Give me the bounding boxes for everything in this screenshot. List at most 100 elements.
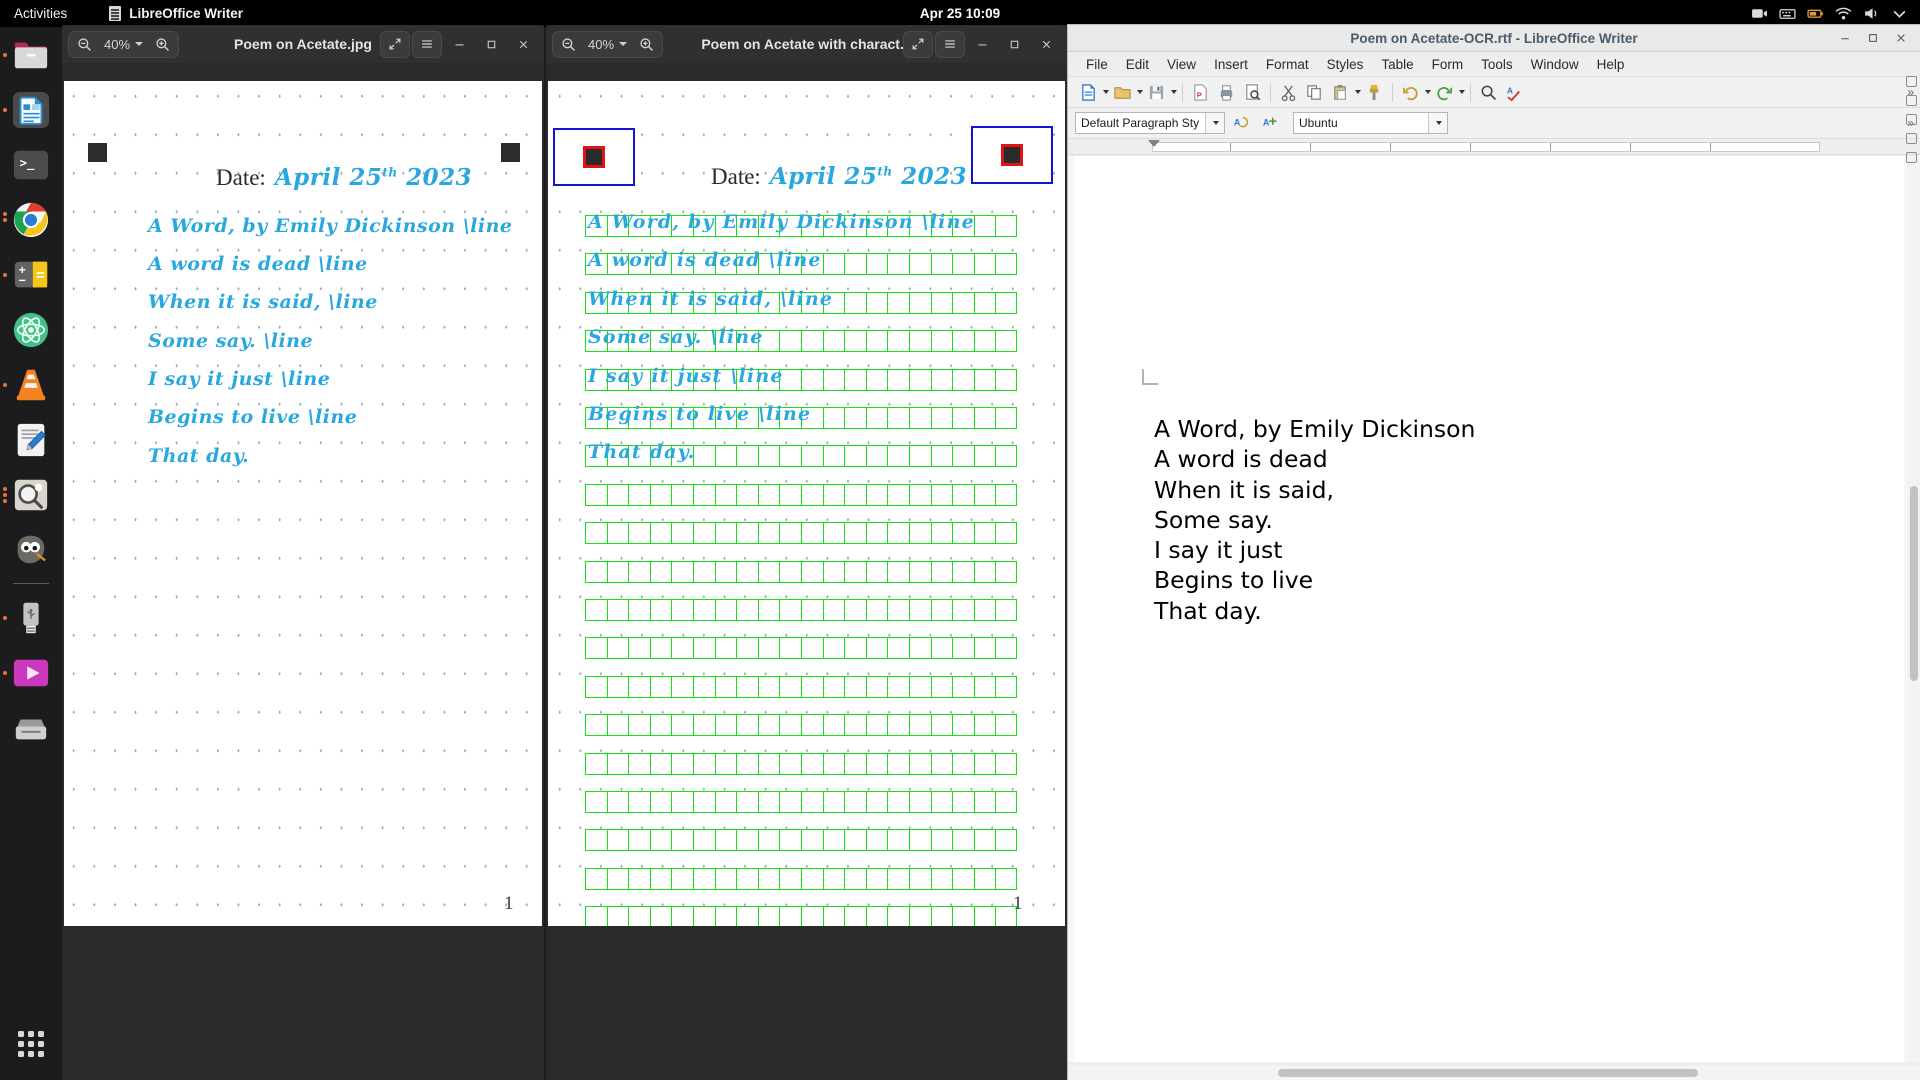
- font-name-combo[interactable]: Ubuntu: [1293, 112, 1448, 134]
- spelling-icon[interactable]: A: [1502, 80, 1527, 105]
- find-replace-icon[interactable]: [1476, 80, 1501, 105]
- maximize-button[interactable]: [999, 29, 1029, 59]
- viewer-right-zoom-level[interactable]: 40%: [584, 37, 631, 52]
- chevron-down-icon[interactable]: [1428, 113, 1447, 133]
- undo-dropdown-icon[interactable]: [1425, 90, 1431, 94]
- update-style-icon[interactable]: A: [1229, 111, 1254, 136]
- hamburger-menu-icon[interactable]: [412, 31, 442, 58]
- export-pdf-icon[interactable]: P: [1188, 80, 1213, 105]
- cut-icon[interactable]: [1276, 80, 1301, 105]
- vertical-scrollbar-thumb[interactable]: [1910, 486, 1918, 681]
- horizontal-scrollbar-thumb[interactable]: [1278, 1069, 1698, 1077]
- copy-icon[interactable]: [1302, 80, 1327, 105]
- fullscreen-icon[interactable]: [903, 31, 933, 58]
- sidebar-styles-icon[interactable]: [1906, 114, 1917, 125]
- sidebar-gallery-icon[interactable]: [1906, 133, 1917, 144]
- menu-window[interactable]: Window: [1522, 55, 1588, 74]
- viewer-left-canvas[interactable]: Date: April 25th 2023 A Word, by Emily D…: [62, 63, 544, 1080]
- save-icon[interactable]: [1144, 80, 1169, 105]
- dock-item-atom[interactable]: [0, 302, 62, 357]
- close-button[interactable]: [1031, 29, 1061, 59]
- menu-tools[interactable]: Tools: [1472, 55, 1522, 74]
- dock-item-image-viewer[interactable]: [0, 467, 62, 522]
- character-box: [650, 868, 672, 890]
- character-box: [715, 753, 737, 775]
- menu-file[interactable]: File: [1077, 55, 1117, 74]
- dock-item-usb-drive[interactable]: [0, 590, 62, 645]
- undo-icon[interactable]: [1398, 80, 1423, 105]
- character-box: [823, 637, 845, 659]
- new-document-icon[interactable]: [1076, 80, 1101, 105]
- dock-item-text-editor[interactable]: [0, 412, 62, 467]
- minimize-button[interactable]: [444, 29, 474, 59]
- menu-table[interactable]: Table: [1372, 55, 1422, 74]
- menu-help[interactable]: Help: [1588, 55, 1634, 74]
- minimize-button[interactable]: [1832, 28, 1858, 49]
- sidebar-properties-icon[interactable]: [1906, 95, 1917, 106]
- dock-item-calculator[interactable]: + −: [0, 247, 62, 302]
- save-dropdown-icon[interactable]: [1171, 90, 1177, 94]
- new-style-icon[interactable]: A: [1258, 111, 1283, 136]
- zoom-out-icon[interactable]: [553, 31, 584, 58]
- character-box: [995, 484, 1017, 506]
- close-button[interactable]: [508, 29, 538, 59]
- zoom-out-icon[interactable]: [69, 31, 100, 58]
- activities-button[interactable]: Activities: [14, 6, 67, 21]
- dock-item-media-player[interactable]: [0, 645, 62, 700]
- open-icon[interactable]: [1110, 80, 1135, 105]
- menu-view[interactable]: View: [1158, 55, 1205, 74]
- indent-marker[interactable]: [1148, 140, 1160, 147]
- sidebar-tab-strip[interactable]: [1902, 70, 1920, 163]
- redo-icon[interactable]: [1432, 80, 1457, 105]
- zoom-in-icon[interactable]: [631, 31, 662, 58]
- viewer-left-zoom-group[interactable]: 40%: [68, 31, 179, 58]
- paste-dropdown-icon[interactable]: [1355, 90, 1361, 94]
- print-preview-icon[interactable]: [1240, 80, 1265, 105]
- dock-item-google-chrome[interactable]: [0, 192, 62, 247]
- document-page[interactable]: A Word, by Emily Dickinson A word is dea…: [1074, 156, 1904, 1062]
- app-indicator[interactable]: LibreOffice Writer: [109, 6, 243, 21]
- system-tray[interactable]: [1751, 5, 1908, 22]
- dock-item-scanner[interactable]: [0, 700, 62, 755]
- sidebar-settings-icon[interactable]: [1906, 76, 1917, 87]
- menu-styles[interactable]: Styles: [1318, 55, 1373, 74]
- chevron-down-icon[interactable]: [1205, 113, 1224, 133]
- clone-formatting-icon[interactable]: [1362, 80, 1387, 105]
- clock[interactable]: Apr 25 10:09: [0, 6, 1920, 21]
- viewer-right-zoom-group[interactable]: 40%: [552, 31, 663, 58]
- viewer-left-zoom-level[interactable]: 40%: [100, 37, 147, 52]
- dock-item-vlc[interactable]: [0, 357, 62, 412]
- close-button[interactable]: [1888, 28, 1914, 49]
- menu-form[interactable]: Form: [1423, 55, 1473, 74]
- sidebar-navigator-icon[interactable]: [1906, 152, 1917, 163]
- zoom-in-icon[interactable]: [147, 31, 178, 58]
- menu-format[interactable]: Format: [1257, 55, 1318, 74]
- print-icon[interactable]: [1214, 80, 1239, 105]
- document-text[interactable]: A Word, by Emily Dickinson A word is dea…: [1154, 414, 1884, 626]
- hamburger-menu-icon[interactable]: [935, 31, 965, 58]
- horizontal-scrollbar[interactable]: [1068, 1066, 1920, 1080]
- dock-item-libreoffice-writer[interactable]: [0, 82, 62, 137]
- dock-item-gimp[interactable]: [0, 522, 62, 577]
- character-box: [909, 791, 931, 813]
- menu-insert[interactable]: Insert: [1205, 55, 1257, 74]
- maximize-button[interactable]: [1860, 28, 1886, 49]
- maximize-button[interactable]: [476, 29, 506, 59]
- redo-dropdown-icon[interactable]: [1459, 90, 1465, 94]
- viewer-right-canvas[interactable]: Date: April 25th 2023 A Word, by Emily D…: [546, 63, 1067, 1080]
- show-applications-button[interactable]: [0, 1022, 62, 1066]
- character-box: [607, 714, 629, 736]
- new-document-dropdown-icon[interactable]: [1103, 90, 1109, 94]
- character-box: [952, 791, 974, 813]
- document-canvas[interactable]: A Word, by Emily Dickinson A word is dea…: [1068, 156, 1920, 1062]
- dock-item-terminal[interactable]: >_: [0, 137, 62, 192]
- paragraph-style-combo[interactable]: Default Paragraph Sty: [1075, 112, 1225, 134]
- menu-edit[interactable]: Edit: [1117, 55, 1158, 74]
- vertical-scrollbar[interactable]: [1907, 156, 1920, 1062]
- minimize-button[interactable]: [967, 29, 997, 59]
- open-dropdown-icon[interactable]: [1137, 90, 1143, 94]
- horizontal-ruler[interactable]: [1068, 139, 1920, 155]
- dock-item-files[interactable]: [0, 27, 62, 82]
- fullscreen-icon[interactable]: [380, 31, 410, 58]
- paste-icon[interactable]: [1328, 80, 1353, 105]
